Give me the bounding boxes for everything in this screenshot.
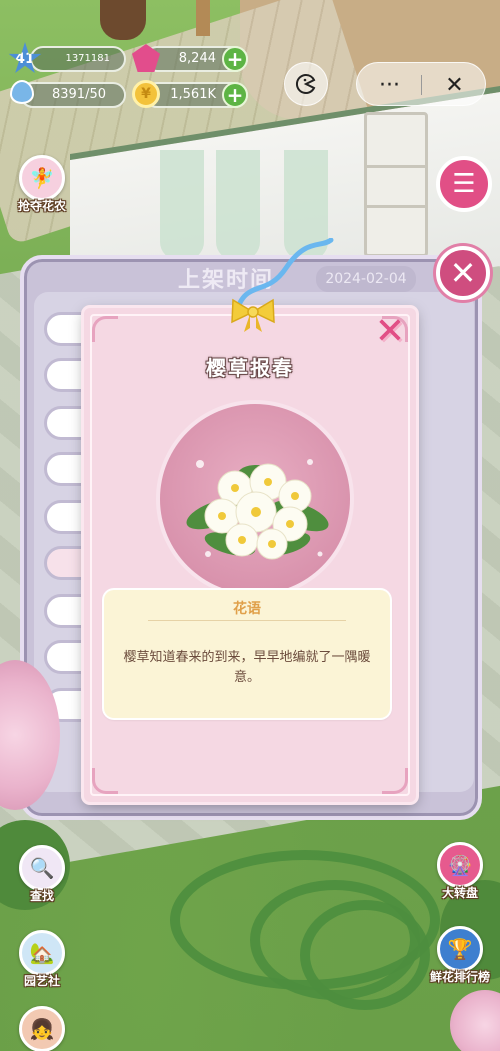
fairy-avatar-icon: 🧚	[19, 155, 65, 201]
close-icon: ✕	[445, 72, 464, 98]
side-item-label: 抢夺花农	[17, 199, 66, 213]
side-item-flower-ranking[interactable]: 🏆 鲜花排行榜	[422, 926, 498, 985]
prize-wheel-icon: 🎡	[437, 842, 483, 888]
side-item-label: 园艺社	[23, 974, 60, 988]
wooden-pole	[196, 0, 210, 36]
shop-tab[interactable]	[44, 358, 84, 392]
cherry-tree	[450, 990, 500, 1051]
shop-close-button[interactable]: ✕	[436, 246, 490, 300]
list-icon: ☰	[452, 169, 476, 199]
mini-program-capsule: ··· ✕	[356, 62, 486, 106]
pacman-icon	[295, 73, 316, 94]
corner-ornament	[92, 316, 118, 342]
shop-tab[interactable]	[44, 640, 84, 674]
magnifier-icon: 🔍	[19, 845, 65, 891]
flower-language-text: 樱草知道春来的到来，早早地编就了一隅暖意。	[123, 650, 371, 685]
experience-value: 1371181	[65, 53, 110, 64]
flower-image-disc	[160, 404, 350, 594]
side-item-seize-flower[interactable]: 🧚 抢夺花农	[10, 155, 74, 214]
curtain	[160, 150, 204, 260]
girl-avatar-icon: 👧	[19, 1006, 65, 1051]
water-counter: 8391/50	[20, 82, 126, 108]
shop-tab-active[interactable]	[44, 546, 84, 580]
coin-icon: ¥	[132, 80, 160, 108]
roller-coaster-loop	[300, 900, 430, 1010]
corner-ornament	[92, 768, 118, 794]
shop-tab[interactable]	[44, 452, 84, 486]
more-icon: ···	[379, 72, 400, 98]
flower-language-card: 花语 樱草知道春来的到来，早早地编就了一隅暖意。	[104, 590, 390, 718]
flower-detail-modal: ✕ 樱草报春 花语 樱草知道春来的到来，早早地编就了一隅暖意。	[84, 238, 416, 802]
side-item-label: 鲜花排行榜	[429, 970, 490, 984]
close-icon: ✕	[374, 311, 406, 352]
shop-tab[interactable]	[44, 594, 84, 628]
side-item-label: 大转盘	[441, 886, 478, 900]
side-item-label: 查找	[29, 889, 54, 903]
game-center-button[interactable]	[284, 62, 328, 106]
side-item-wheel[interactable]: 🎡 大转盘	[428, 842, 492, 901]
modal-close-button[interactable]: ✕	[372, 314, 408, 350]
add-gems-button[interactable]: +	[222, 46, 248, 72]
shop-tab[interactable]	[44, 500, 84, 534]
flower-language-title: 花语	[233, 601, 261, 617]
water-drop-icon	[10, 80, 34, 104]
divider	[148, 620, 346, 621]
list-menu-button[interactable]: ☰	[436, 156, 492, 212]
gems-value: 8,244	[178, 51, 216, 66]
more-menu-button[interactable]: ···	[357, 63, 422, 107]
add-coins-button[interactable]: +	[222, 82, 248, 108]
shop-tab[interactable]	[44, 406, 84, 440]
club-house-icon: 🏡	[19, 930, 65, 976]
exit-button[interactable]: ✕	[422, 63, 487, 107]
experience-bar: 1371181	[30, 46, 126, 72]
side-item-search[interactable]: 🔍 查找	[10, 845, 74, 904]
coin-symbol: ¥	[141, 86, 151, 102]
bow-icon	[231, 298, 275, 332]
bookshelf	[364, 112, 428, 257]
primrose-bouquet-icon	[186, 459, 329, 560]
trophy-icon: 🏆	[437, 926, 483, 972]
side-item-garden-club[interactable]: 🏡 园艺社	[10, 930, 74, 989]
coins-value: 1,561K	[170, 87, 216, 102]
close-icon: ✕	[449, 254, 477, 292]
water-value: 8391/50	[51, 87, 106, 102]
side-item-avatar[interactable]: 👧	[10, 1006, 74, 1051]
shop-tab[interactable]	[44, 312, 84, 346]
tree-trunk	[100, 0, 146, 40]
flower-name: 樱草报春	[206, 356, 294, 380]
